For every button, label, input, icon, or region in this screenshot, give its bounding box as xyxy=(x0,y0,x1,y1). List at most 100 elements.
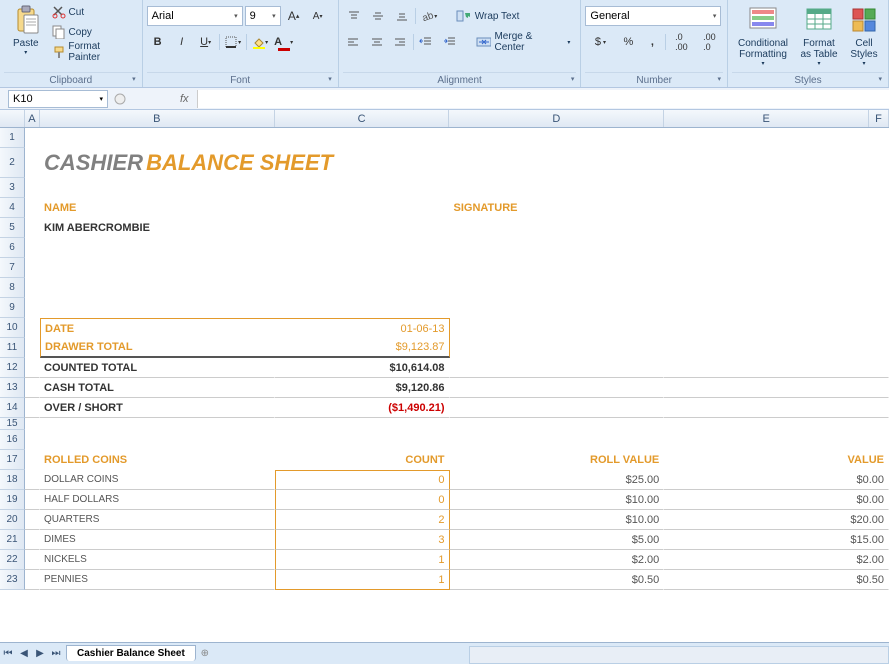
orientation-button[interactable]: ab▾ xyxy=(418,6,440,26)
row-header-13[interactable]: 13 xyxy=(0,378,25,398)
comma-button[interactable]: , xyxy=(641,32,663,52)
align-middle-button[interactable] xyxy=(367,6,389,26)
col-header-c[interactable]: C xyxy=(275,110,450,127)
coin-roll-value: $5.00 xyxy=(450,530,665,550)
row-header-4[interactable]: 4 xyxy=(0,198,25,218)
coin-value: $0.00 xyxy=(664,470,889,490)
bold-button[interactable]: B xyxy=(147,32,169,52)
tab-nav-first[interactable]: ⏮ xyxy=(0,646,16,662)
name-box-value: K10 xyxy=(13,93,33,105)
row-header-8[interactable]: 8 xyxy=(0,278,25,298)
tab-nav-next[interactable]: ▶ xyxy=(32,646,48,662)
copy-label: Copy xyxy=(69,27,92,38)
coin-count: 1 xyxy=(275,570,450,590)
underline-button[interactable]: U▾ xyxy=(195,32,217,52)
row-header-17[interactable]: 17 xyxy=(0,450,25,470)
increase-font-button[interactable]: A▴ xyxy=(283,6,305,26)
font-size-combo[interactable]: 9▾ xyxy=(245,6,281,26)
row-header-19[interactable]: 19 xyxy=(0,490,25,510)
row-header-16[interactable]: 16 xyxy=(0,430,25,450)
row-header-10[interactable]: 10 xyxy=(0,318,25,338)
font-name-value: Arial xyxy=(152,10,174,22)
cut-button[interactable]: Cut xyxy=(48,2,138,22)
row-header-1[interactable]: 1 xyxy=(0,128,25,148)
row-header-18[interactable]: 18 xyxy=(0,470,25,490)
ribbon-group-alignment: ab▾ Wrap Text Merge & Center▾ xyxy=(339,0,582,87)
cash-value: $9,120.86 xyxy=(275,378,450,398)
cell-styles-button[interactable]: Cell Styles▾ xyxy=(844,2,884,69)
tab-nav-prev[interactable]: ◀ xyxy=(16,646,32,662)
new-sheet-button[interactable]: ⊕ xyxy=(196,648,214,659)
currency-button[interactable]: $▾ xyxy=(585,32,615,52)
title-cashier: CASHIER xyxy=(44,150,143,176)
align-bottom-button[interactable] xyxy=(391,6,413,26)
row-header-3[interactable]: 3 xyxy=(0,178,25,198)
cut-icon xyxy=(52,5,66,19)
conditional-formatting-button[interactable]: Conditional Formatting▾ xyxy=(732,2,794,69)
sheet-tab-active[interactable]: Cashier Balance Sheet xyxy=(66,645,196,661)
row-header-20[interactable]: 20 xyxy=(0,510,25,530)
name-box[interactable]: K10▾ xyxy=(8,90,108,108)
row-header-22[interactable]: 22 xyxy=(0,550,25,570)
copy-button[interactable]: Copy xyxy=(48,22,138,42)
row-header-7[interactable]: 7 xyxy=(0,258,25,278)
merge-icon xyxy=(476,35,491,49)
coin-name: NICKELS xyxy=(40,550,275,570)
decrease-decimal-button[interactable]: .00.0 xyxy=(696,32,722,52)
align-right-button[interactable] xyxy=(389,32,410,52)
fx-icon[interactable]: fx xyxy=(180,93,189,105)
row-header-15[interactable]: 15 xyxy=(0,418,25,430)
number-format-combo[interactable]: General▾ xyxy=(585,6,721,26)
row-header-23[interactable]: 23 xyxy=(0,570,25,590)
percent-button[interactable]: % xyxy=(617,32,639,52)
increase-indent-button[interactable] xyxy=(439,32,460,52)
col-header-f[interactable]: F xyxy=(869,110,889,127)
group-label-number: Number xyxy=(585,72,723,87)
row-header-12[interactable]: 12 xyxy=(0,358,25,378)
decrease-indent-button[interactable] xyxy=(416,32,437,52)
decrease-font-button[interactable]: A▾ xyxy=(307,6,329,26)
horizontal-scrollbar[interactable] xyxy=(469,646,889,664)
rolled-coins-label: ROLLED COINS xyxy=(40,450,275,470)
coin-name: DIMES xyxy=(40,530,275,550)
row-header-6[interactable]: 6 xyxy=(0,238,25,258)
italic-button[interactable]: I xyxy=(171,32,193,52)
increase-decimal-button[interactable]: .0.00 xyxy=(668,32,694,52)
merge-label: Merge & Center xyxy=(494,31,562,53)
format-painter-button[interactable]: Format Painter xyxy=(48,42,138,62)
merge-center-button[interactable]: Merge & Center▾ xyxy=(470,32,576,52)
counted-label: COUNTED TOTAL xyxy=(40,358,275,378)
format-as-table-button[interactable]: Format as Table▾ xyxy=(794,2,844,69)
fill-color-button[interactable]: ▾ xyxy=(249,32,271,52)
row-header-2[interactable]: 2 xyxy=(0,148,25,178)
group-label-font: Font xyxy=(147,72,334,87)
row-header-21[interactable]: 21 xyxy=(0,530,25,550)
align-top-button[interactable] xyxy=(343,6,365,26)
border-button[interactable]: ▾ xyxy=(222,32,244,52)
col-header-a[interactable]: A xyxy=(25,110,40,127)
paste-button[interactable]: Paste ▾ xyxy=(4,2,48,58)
select-all-corner[interactable] xyxy=(0,110,25,127)
col-header-d[interactable]: D xyxy=(449,110,664,127)
align-center-button[interactable] xyxy=(366,32,387,52)
col-header-b[interactable]: B xyxy=(40,110,275,127)
cells[interactable]: CASHIER BALANCE SHEET NAMESIGNATURE KIM … xyxy=(25,128,889,590)
row-header-11[interactable]: 11 xyxy=(0,338,25,358)
row-header-9[interactable]: 9 xyxy=(0,298,25,318)
col-header-e[interactable]: E xyxy=(664,110,869,127)
coin-count: 2 xyxy=(275,510,450,530)
font-color-button[interactable]: A▾ xyxy=(273,32,295,52)
tab-nav-last[interactable]: ⏭ xyxy=(48,646,64,662)
row-header-5[interactable]: 5 xyxy=(0,218,25,238)
align-left-button[interactable] xyxy=(343,32,364,52)
row-header-14[interactable]: 14 xyxy=(0,398,25,418)
coin-row: DIMES3$5.00$15.00 xyxy=(25,530,889,550)
font-name-combo[interactable]: Arial▾ xyxy=(147,6,243,26)
coin-count: 3 xyxy=(275,530,450,550)
coin-row: QUARTERS2$10.00$20.00 xyxy=(25,510,889,530)
coin-row: HALF DOLLARS0$10.00$0.00 xyxy=(25,490,889,510)
coin-roll-value: $25.00 xyxy=(450,470,665,490)
formula-input[interactable] xyxy=(197,90,889,108)
wrap-text-button[interactable]: Wrap Text xyxy=(450,6,526,26)
date-label: DATE xyxy=(40,318,275,338)
